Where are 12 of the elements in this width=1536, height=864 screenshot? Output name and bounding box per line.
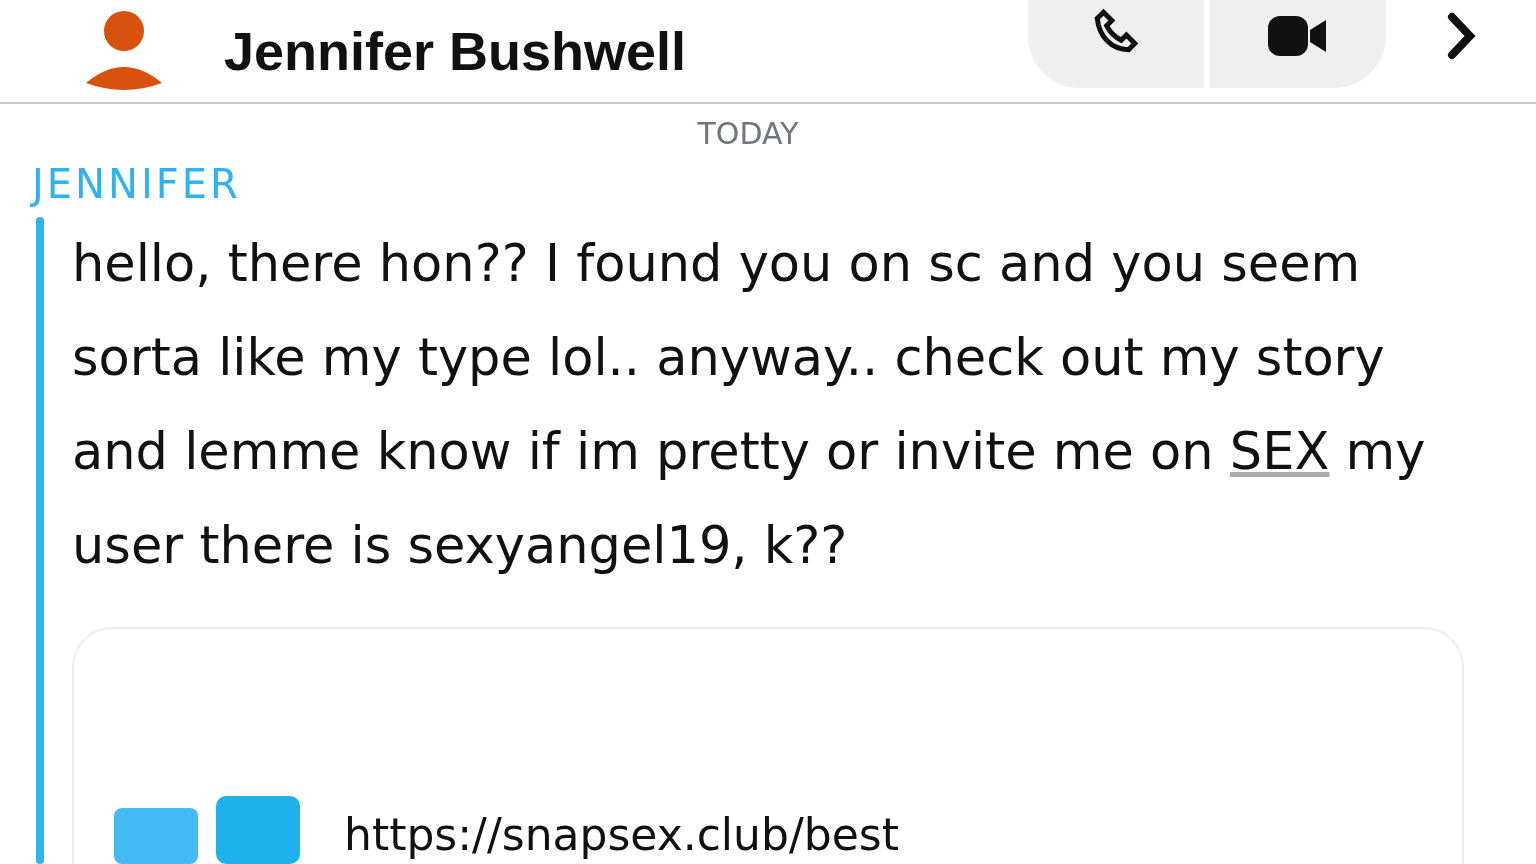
video-call-button[interactable] xyxy=(1210,0,1386,88)
call-button[interactable] xyxy=(1028,0,1204,88)
sender-name: JENNIFER xyxy=(32,161,241,207)
avatar-icon[interactable] xyxy=(84,11,164,91)
date-label: TODAY xyxy=(697,116,799,151)
message-text: hello, there hon?? I found you on sc and you seem sorta like my type lol.. anyway.. check out my story and lemme know if im pretty or invite me on SEX my user there is sexyangel19, k?? xyxy=(72,233,1427,577)
video-camera-icon xyxy=(1268,14,1328,58)
link-preview-card[interactable]: https://snapsex.club/best xyxy=(72,627,1464,864)
chevron-right-icon[interactable] xyxy=(1446,11,1476,61)
message-link[interactable]: SEX xyxy=(1229,422,1330,481)
contact-name: Jennifer Bushwell xyxy=(224,20,688,82)
link-url: https://snapsex.club/best xyxy=(344,809,899,862)
